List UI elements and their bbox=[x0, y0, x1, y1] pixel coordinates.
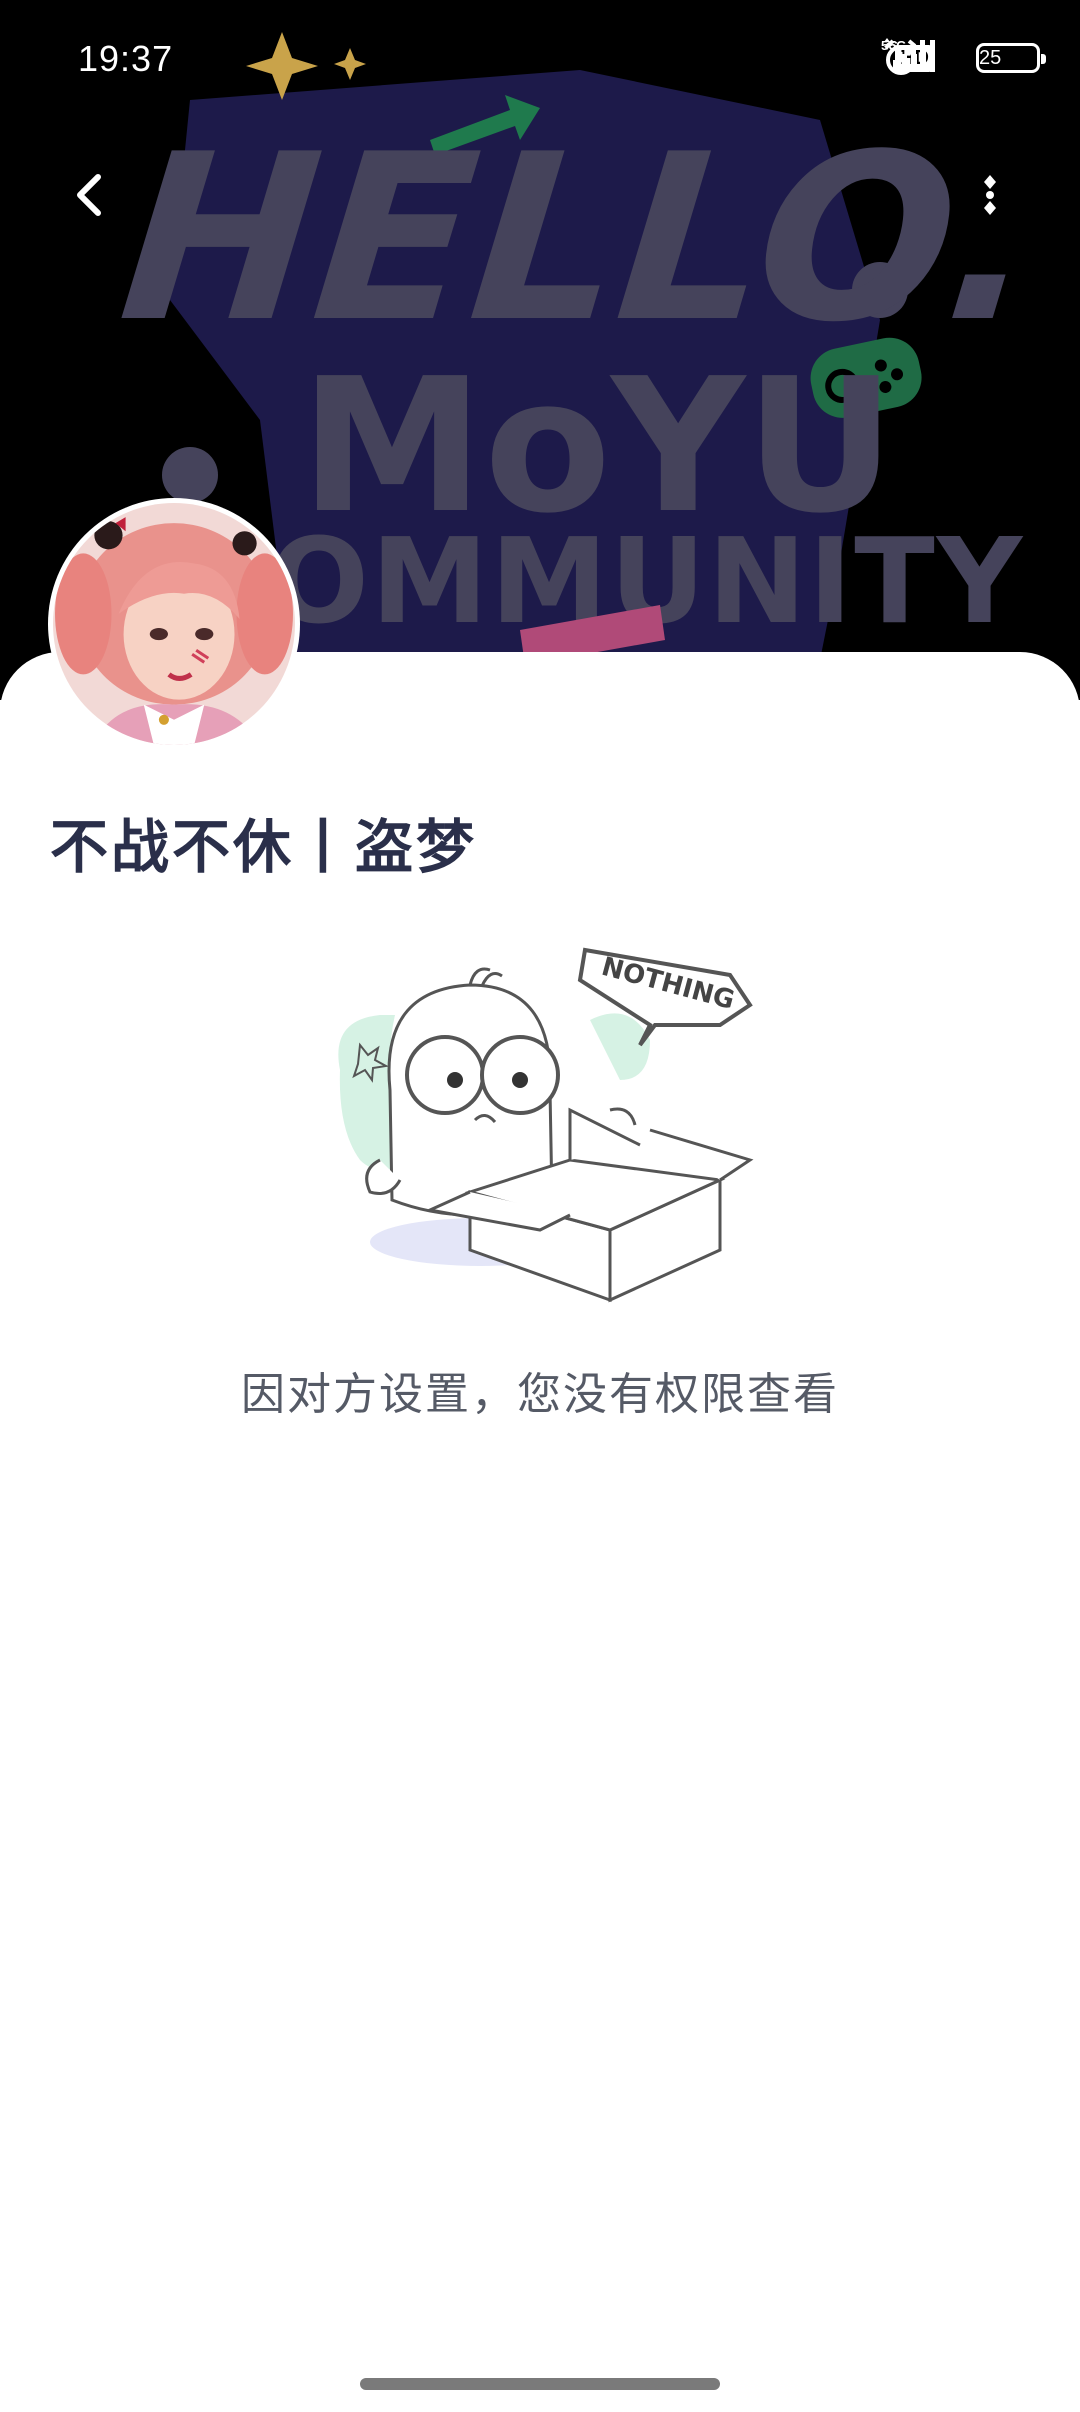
vertical-ellipsis-icon bbox=[984, 175, 996, 215]
banner-title-line1: HELLO. bbox=[111, 106, 1051, 373]
home-indicator[interactable] bbox=[360, 2378, 720, 2390]
avatar[interactable] bbox=[48, 498, 300, 750]
empty-box-illustration: NOTHING bbox=[338, 947, 754, 1303]
svg-text:5G: 5G bbox=[889, 38, 906, 53]
battery-icon: 25 bbox=[976, 43, 1046, 73]
chevron-left-icon bbox=[77, 174, 101, 216]
more-options-button[interactable] bbox=[970, 165, 1010, 225]
avatar-image bbox=[53, 503, 295, 745]
status-bar: 19:37 HD 5G 5G 25 bbox=[0, 0, 1080, 120]
profile-name: 不战不休丨盗梦 bbox=[50, 813, 478, 881]
empty-state-message: 因对方设置，您没有权限查看 bbox=[241, 1369, 839, 1420]
status-icons: HD 5G 5G 25 bbox=[881, 38, 1046, 78]
profile-content-sheet bbox=[0, 652, 1080, 2412]
status-time: 19:37 bbox=[78, 38, 174, 79]
back-button[interactable] bbox=[60, 165, 120, 225]
